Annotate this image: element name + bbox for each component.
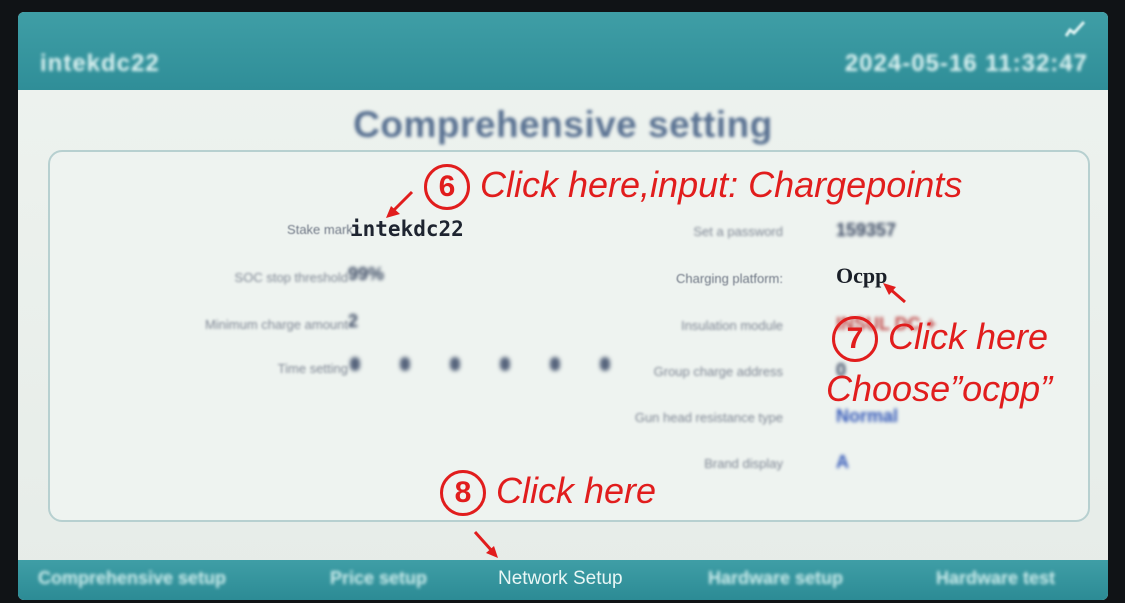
minimum-charge-amount-field[interactable]: 2 xyxy=(348,311,358,332)
tab-hardware-setup[interactable]: Hardware setup xyxy=(708,568,843,589)
signal-icon xyxy=(1064,20,1086,37)
charging-platform-select[interactable]: Ocpp xyxy=(836,263,887,289)
bottom-nav: Comprehensive setup Price setup Network … xyxy=(18,560,1108,600)
header-bar: intekdc22 2024-05-16 11:32:47 xyxy=(18,12,1108,90)
minimum-charge-amount-label: Minimum charge amount xyxy=(204,317,348,332)
soc-stop-threshold-field[interactable]: 99% xyxy=(348,264,384,285)
time-field[interactable] xyxy=(550,357,560,371)
tab-comprehensive-setup[interactable]: Comprehensive setup xyxy=(38,568,226,589)
datetime: 2024-05-16 11:32:47 xyxy=(844,50,1088,77)
tab-network-setup[interactable]: Network Setup xyxy=(498,568,623,590)
time-field[interactable] xyxy=(500,357,510,371)
tab-hardware-test[interactable]: Hardware test xyxy=(936,568,1055,589)
time-field[interactable] xyxy=(450,357,460,371)
gun-head-resistance-type-label: Gun head resistance type xyxy=(634,410,783,425)
brand-display-label: Brand display xyxy=(704,456,783,471)
step-number-badge: 6 xyxy=(424,164,470,211)
device-id: intekdc22 xyxy=(40,50,160,77)
set-password-field[interactable]: 159357 xyxy=(836,220,896,241)
time-field[interactable] xyxy=(600,357,610,371)
annotation-step-7: 7 Click here xyxy=(832,316,1049,363)
step-number-badge: 8 xyxy=(440,470,486,517)
soc-stop-threshold-label: SOC stop threshold xyxy=(234,270,348,285)
time-field[interactable] xyxy=(350,357,360,371)
time-setting-fields[interactable] xyxy=(350,357,610,371)
page-title: Comprehensive setting xyxy=(353,104,773,145)
annotation-text: Click here,input: Chargepoints xyxy=(480,164,963,205)
annotation-step-7-line2: Choose”ocpp” xyxy=(826,368,1053,409)
step-number-badge: 7 xyxy=(832,316,878,363)
brand-display-select[interactable]: A xyxy=(836,452,849,473)
annotation-step-8: 8 Click here xyxy=(440,470,657,517)
group-charge-address-label: Group charge address xyxy=(653,364,783,379)
stake-mark-field[interactable]: intekdc22 xyxy=(350,217,464,241)
annotation-step-6: 6 Click here,input: Chargepoints xyxy=(424,164,963,211)
charging-platform-label: Charging platform: xyxy=(676,271,783,286)
time-field[interactable] xyxy=(400,357,410,371)
set-password-label: Set a password xyxy=(693,224,783,239)
annotation-text: Click here xyxy=(496,470,657,511)
tab-price-setup[interactable]: Price setup xyxy=(330,568,427,589)
time-setting-label: Time setting xyxy=(277,361,348,376)
insulation-module-label: Insulation module xyxy=(681,318,783,333)
annotation-text: Click here xyxy=(888,316,1049,357)
